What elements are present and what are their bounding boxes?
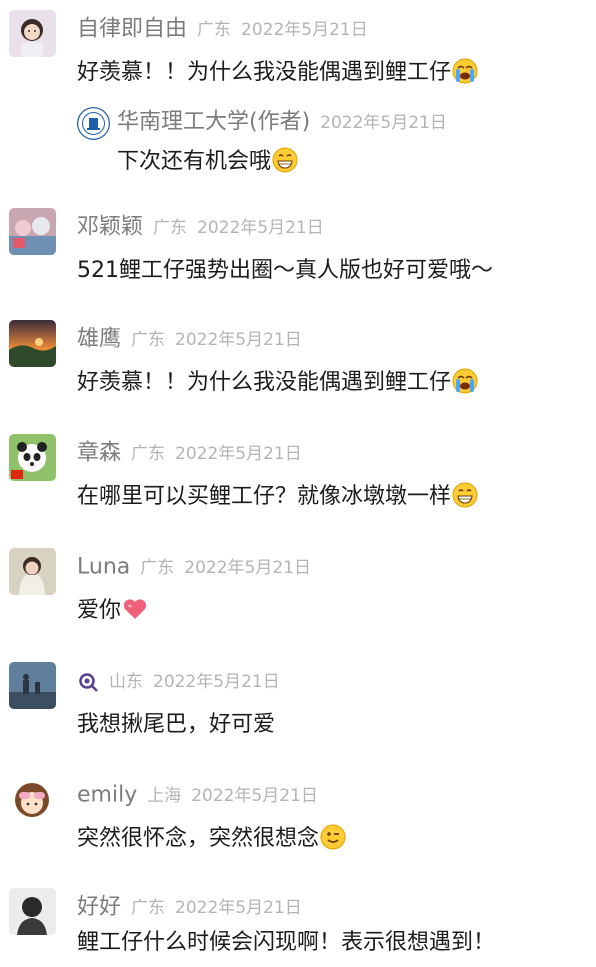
comment-text-content: 好羡慕！！为什么我没能偶遇到鲤工仔 xyxy=(77,60,452,85)
comment-text: 好羡慕！！为什么我没能偶遇到鲤工仔 xyxy=(77,368,478,398)
reply-author-name[interactable]: 华南理工大学(作者) xyxy=(117,110,310,135)
comment-item: 好好 广东 2022年5月21日 鲤工仔什么时候会闪现啊！表示很想遇到！ xyxy=(0,888,596,967)
comment-meta: Luna 广东 2022年5月21日 xyxy=(77,553,311,581)
comment-text-content: 521鲤工仔强势出圈～真人版也好可爱哦～ xyxy=(77,258,493,283)
user-name[interactable]: 雄鹰 xyxy=(77,327,121,352)
location: 山东 xyxy=(109,671,143,692)
comment-text: 我想揪尾巴，好可爱 xyxy=(77,710,275,740)
user-name[interactable]: 章森 xyxy=(77,441,121,466)
comment-meta: 山东 2022年5月21日 xyxy=(77,667,280,695)
location: 上海 xyxy=(147,785,182,806)
location: 广东 xyxy=(131,329,166,350)
reply-text-content: 下次还有机会哦 xyxy=(117,149,272,174)
timestamp: 2022年5月21日 xyxy=(191,785,318,806)
girl-avatar[interactable] xyxy=(9,10,56,57)
user-name[interactable]: 邓颖颖 xyxy=(77,215,143,240)
grinning-face-icon xyxy=(272,147,298,173)
comment-meta: 邓颖颖 广东 2022年5月21日 xyxy=(77,213,324,241)
woman-portrait-avatar[interactable] xyxy=(9,548,56,595)
reply-text: 下次还有机会哦 xyxy=(117,147,298,177)
timestamp: 2022年5月21日 xyxy=(175,443,302,464)
location: 广东 xyxy=(131,443,166,464)
comment-meta: 雄鹰 广东 2022年5月21日 xyxy=(77,325,302,353)
panda-avatar[interactable] xyxy=(9,434,56,481)
comment-meta: 章森 广东 2022年5月21日 xyxy=(77,439,302,467)
pink-heart-icon xyxy=(122,596,148,622)
comment-text: 突然很怀念，突然很想念 xyxy=(77,824,346,854)
user-name[interactable]: emily xyxy=(77,783,137,808)
user-name[interactable]: 自律即自由 xyxy=(77,17,187,42)
university-logo-avatar[interactable] xyxy=(77,107,110,140)
comment-item: 邓颖颖 广东 2022年5月21日 521鲤工仔强势出圈～真人版也好可爱哦～ xyxy=(0,208,596,308)
comment-text: 521鲤工仔强势出圈～真人版也好可爱哦～ xyxy=(77,256,493,286)
comment-meta: 好好 广东 2022年5月21日 xyxy=(77,893,302,921)
location: 广东 xyxy=(197,19,232,40)
timestamp: 2022年5月21日 xyxy=(241,19,368,40)
location: 广东 xyxy=(131,897,166,918)
timestamp: 2022年5月21日 xyxy=(175,897,302,918)
magnifier-badge-icon xyxy=(77,671,99,693)
blue-street-avatar[interactable] xyxy=(9,662,56,709)
user-name[interactable]: 好好 xyxy=(77,895,121,920)
timestamp: 2022年5月21日 xyxy=(153,671,280,692)
reply-meta: 华南理工大学(作者) 2022年5月21日 xyxy=(117,108,447,136)
sunset-landscape-avatar[interactable] xyxy=(9,320,56,367)
comment-text-content: 好羡慕！！为什么我没能偶遇到鲤工仔 xyxy=(77,370,452,395)
winking-face-icon xyxy=(320,824,346,850)
comment-text-content: 鲤工仔什么时候会闪现啊！表示很想遇到！ xyxy=(77,930,496,955)
location: 广东 xyxy=(153,217,188,238)
loudly-crying-face-icon xyxy=(452,58,478,84)
comment-item: 自律即自由 广东 2022年5月21日 好羡慕！！为什么我没能偶遇到鲤工仔 华南理工… xyxy=(0,10,596,190)
comment-text: 鲤工仔什么时候会闪现啊！表示很想遇到！ xyxy=(77,928,495,958)
comment-text: 好羡慕！！为什么我没能偶遇到鲤工仔 xyxy=(77,58,478,88)
author-reply: 华南理工大学(作者) 2022年5月21日 下次还有机会哦 xyxy=(77,97,587,187)
comment-text-content: 在哪里可以买鲤工仔？就像冰墩墩一样 xyxy=(77,484,452,509)
timestamp: 2022年5月21日 xyxy=(184,557,311,578)
comment-meta: 自律即自由 广东 2022年5月21日 xyxy=(77,15,368,43)
comment-text: 在哪里可以买鲤工仔？就像冰墩墩一样 xyxy=(77,482,478,512)
comment-text-content: 爱你 xyxy=(77,598,122,623)
comment-item: emily 上海 2022年5月21日 突然很怀念，突然很想念 xyxy=(0,776,596,876)
bw-portrait-avatar[interactable] xyxy=(9,888,56,935)
timestamp: 2022年5月21日 xyxy=(197,217,324,238)
comment-text-content: 突然很怀念，突然很想念 xyxy=(77,826,320,851)
reply-timestamp: 2022年5月21日 xyxy=(320,112,447,133)
comment-item: Luna 广东 2022年5月21日 爱你 xyxy=(0,548,596,648)
location: 广东 xyxy=(140,557,175,578)
cartoon-crowd-avatar[interactable] xyxy=(9,208,56,255)
grinning-face-icon xyxy=(452,482,478,508)
user-name[interactable]: Luna xyxy=(77,555,130,580)
comment-text: 爱你 xyxy=(77,596,148,626)
comment-item: 章森 广东 2022年5月21日 在哪里可以买鲤工仔？就像冰墩墩一样 xyxy=(0,434,596,534)
comment-item: 雄鹰 广东 2022年5月21日 好羡慕！！为什么我没能偶遇到鲤工仔 xyxy=(0,320,596,420)
cartoon-girl-avatar[interactable] xyxy=(9,776,56,823)
comment-item: 山东 2022年5月21日 我想揪尾巴，好可爱 xyxy=(0,662,596,762)
comment-meta: emily 上海 2022年5月21日 xyxy=(77,781,318,809)
loudly-crying-face-icon xyxy=(452,368,478,394)
timestamp: 2022年5月21日 xyxy=(175,329,302,350)
comment-text-content: 我想揪尾巴，好可爱 xyxy=(77,712,276,737)
